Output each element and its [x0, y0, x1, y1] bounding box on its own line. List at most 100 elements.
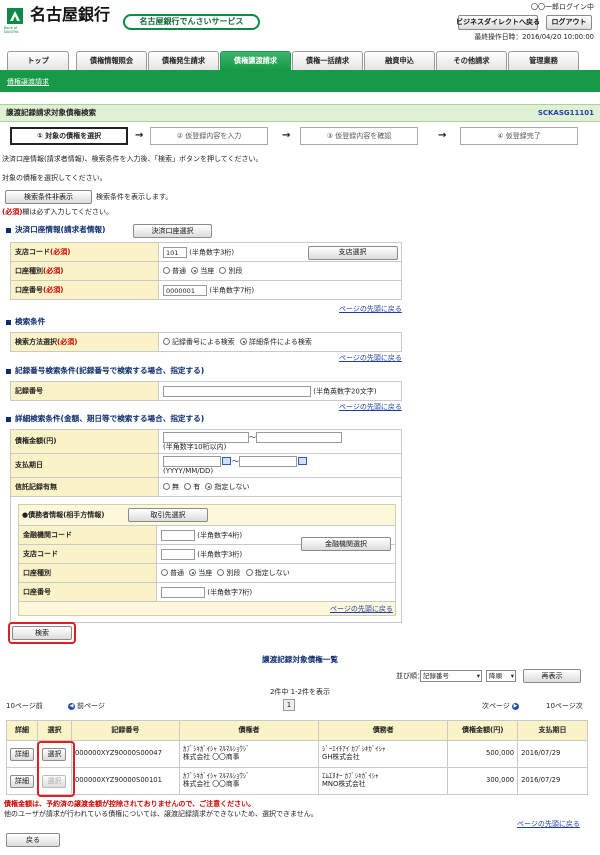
trust-unspecified-radio[interactable] [205, 483, 213, 491]
amount-tilde: ～ [249, 433, 256, 442]
tab-financing[interactable]: 融資申込 [364, 51, 435, 70]
page-top-link-4[interactable]: ページの先頭に戻る [330, 605, 393, 613]
page-top-link-3[interactable]: ページの先頭に戻る [339, 403, 402, 411]
account-form: 支店コード(必須) 101 (半角数字3桁) 支店選択 口座種別(必須) 普通 … [10, 242, 402, 300]
trust-none-radio[interactable] [163, 483, 170, 491]
search-section-title: 検索条件 [6, 317, 46, 327]
col-record-number: 記録番号 [70, 720, 180, 741]
trust-label: 信託記録有無 [10, 477, 159, 497]
tab-other-claims[interactable]: その他請求 [436, 51, 507, 70]
tab-claim-generation[interactable]: 債権発生請求 [148, 51, 219, 70]
record-number-hint: (半角英数字20文字) [313, 387, 377, 395]
required-note-text: 欄は必ず入力してください。 [22, 208, 113, 216]
account-type-label: 口座種別(必須) [10, 261, 159, 281]
result-count: 2件中 1-2件を表示 [269, 688, 331, 696]
account-section-title-text: 決済口座情報(請求者情報) [15, 225, 106, 234]
instruction-2: 対象の債権を選択してください。 [2, 174, 107, 182]
prev-page-icon: ◀ [68, 702, 75, 710]
debtor-type-cell: 普通 当座 別段 指定しない [156, 563, 396, 583]
account-type-radio-2[interactable] [219, 267, 227, 275]
last-operation-time: 最終操作日時：2016/04/20 10:00:00 [474, 33, 594, 41]
business-direct-back-button[interactable]: ビジネスダイレクトへ戻る [456, 15, 540, 30]
account-type-radio-1[interactable] [191, 267, 199, 275]
service-name: 名古屋銀行でんさいサービス [123, 14, 260, 30]
table-row: 詳細 選択 000000XYZ90000S00101 ｶﾌﾞｼｷｶﾞｲｼｬ ﾏﾙ… [6, 767, 588, 795]
step-3: ③ 仮登録内容を確認 [300, 127, 418, 145]
redisplay-button[interactable]: 再表示 [523, 669, 581, 683]
trust-yes-radio[interactable] [184, 483, 192, 491]
account-number-cell: 0000001 (半角数字7桁) [158, 280, 402, 300]
branch-select-button[interactable]: 支店選択 [307, 245, 398, 260]
record-number: 000000XYZ90000S00101 [70, 767, 180, 795]
branch-code-hint: (半角数字3桁) [189, 248, 235, 256]
step-arrow-3: → [438, 130, 447, 141]
detail-button[interactable]: 詳細 [10, 747, 34, 761]
back-button[interactable]: 戻る [6, 833, 60, 847]
debtor-type-radio-2[interactable] [217, 569, 225, 577]
page-top-link-1[interactable]: ページの先頭に戻る [339, 305, 402, 313]
partner-select-button[interactable]: 取引先選択 [128, 508, 208, 522]
amount-to-input[interactable] [256, 431, 342, 443]
subnav-transfer-link[interactable]: 債権譲渡請求 [7, 78, 49, 86]
bank-logo [7, 8, 23, 24]
account-type-cell: 普通 当座 別段 [158, 261, 402, 281]
detail-button[interactable]: 詳細 [10, 774, 34, 788]
due-date-cell: ～ (YYYY/MM/DD) [158, 453, 402, 478]
debtor-number-cell: (半角数字7桁) [156, 582, 396, 602]
due-date-from-input[interactable] [163, 455, 221, 467]
sort-field-select[interactable]: 記録番号 ▾ [420, 670, 482, 682]
debtor-branch-input[interactable] [161, 548, 195, 560]
account-type-radio-0[interactable] [163, 267, 170, 275]
record-number-cell: (半角英数字20文字) [158, 381, 402, 401]
sort-order-select[interactable]: 降順 ▾ [486, 670, 516, 682]
user-login-status: 〇〇一郎ログイン中 [531, 3, 594, 11]
due-date-to-input[interactable] [239, 455, 297, 467]
tab-claim-transfer[interactable]: 債権譲渡請求 [220, 51, 291, 70]
logout-button[interactable]: ログアウト [546, 15, 592, 30]
branch-code-input[interactable]: 101 [163, 246, 187, 258]
nav-bar [0, 70, 600, 92]
debtor-number-label: 口座番号 [18, 582, 157, 602]
section-bullet-icon [6, 416, 11, 422]
debtor-type-radio-3[interactable] [245, 569, 253, 577]
page-top-link-5[interactable]: ページの先頭に戻る [517, 820, 580, 828]
record-number-input[interactable] [163, 385, 311, 397]
amount-from-input[interactable] [163, 431, 249, 443]
page-title: 譲渡記録請求対象債権検索 [6, 108, 96, 117]
next-10-pages: 10ページ次 [546, 702, 583, 710]
search-by-record-radio[interactable] [163, 338, 170, 346]
debtor-type-radio-0[interactable] [161, 569, 168, 577]
step-arrow-2: → [282, 130, 291, 141]
detail-section-title: 詳細検索条件(金額、期日等で検索する場合、指定する) [6, 414, 204, 424]
account-number-input[interactable]: 0000001 [163, 284, 207, 296]
tab-management[interactable]: 管理業務 [508, 51, 579, 70]
section-bullet-icon [6, 227, 11, 233]
tab-top[interactable]: トップ [7, 51, 69, 70]
account-select-button[interactable]: 決済口座選択 [133, 224, 212, 238]
search-section-title-text: 検索条件 [15, 317, 46, 326]
search-by-detail-radio[interactable] [240, 338, 248, 346]
fin-code-input[interactable] [161, 529, 195, 541]
chevron-down-icon: ▾ [476, 672, 480, 680]
tab-claim-info[interactable]: 債権情報照会 [76, 51, 147, 70]
step-arrow-1: → [135, 130, 144, 141]
screen-code: SCKASG11101 [537, 109, 594, 117]
page-number: 1 [283, 699, 295, 711]
page-top-link-2[interactable]: ページの先頭に戻る [339, 354, 402, 362]
debtor-type-radio-1[interactable] [189, 569, 197, 577]
debtor-number-input[interactable] [161, 586, 205, 598]
next-page-icon: ▶ [511, 702, 519, 710]
next-page: 次ページ ▶ [482, 702, 519, 710]
section-bullet-icon [6, 368, 11, 374]
search-button[interactable]: 検索 [12, 626, 72, 640]
account-section-title: 決済口座情報(請求者情報) [6, 225, 106, 235]
toggle-search-conditions-button[interactable]: 検索条件非表示 [5, 190, 92, 204]
calendar-icon[interactable] [298, 457, 307, 466]
due-date-hint: (YYYY/MM/DD) [163, 466, 214, 475]
tab-bulk-claim[interactable]: 債権一括請求 [292, 51, 363, 70]
calendar-icon[interactable] [222, 457, 231, 466]
fin-code-label: 金融機関コード [18, 525, 157, 545]
fin-institution-select-button[interactable]: 金融機関選択 [301, 537, 391, 551]
branch-code-cell: 101 (半角数字3桁) 支店選択 [158, 242, 402, 262]
amount: 300,000 [447, 767, 519, 795]
